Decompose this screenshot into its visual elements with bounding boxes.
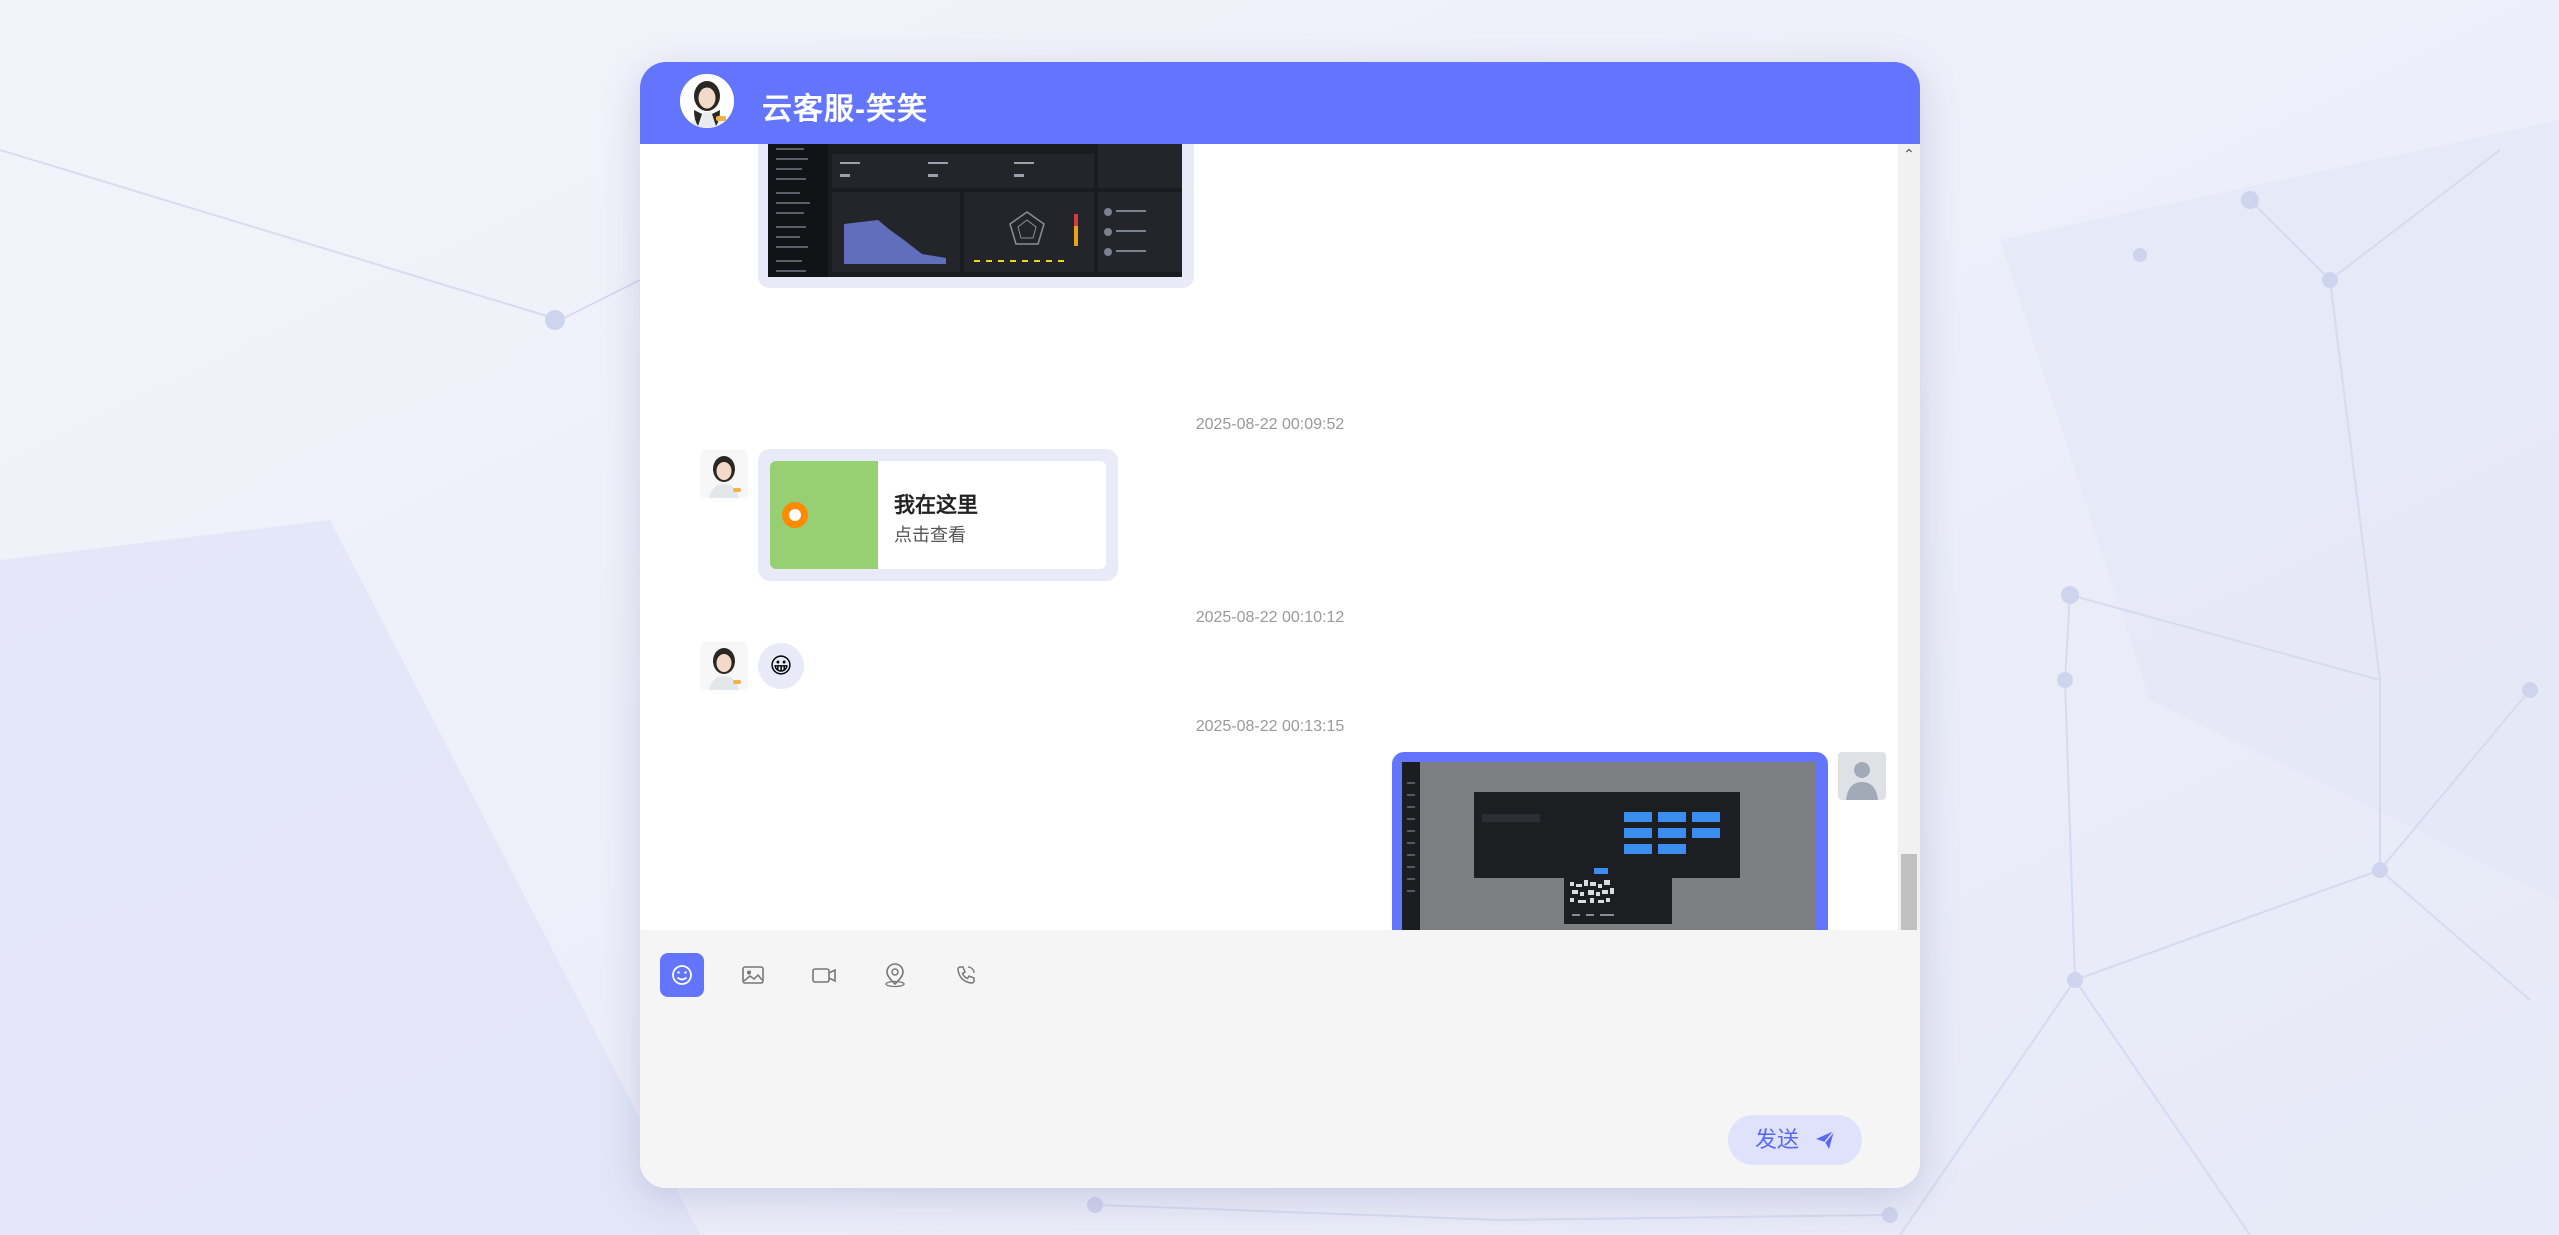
image-icon	[742, 966, 764, 984]
agent-avatar-icon	[680, 74, 734, 128]
smile-icon	[672, 965, 692, 985]
scroll-up-arrow-icon[interactable]: ⌃	[1898, 144, 1920, 164]
user-avatar	[1838, 752, 1886, 800]
emoji-button[interactable]	[660, 953, 704, 997]
agent-avatar-small	[700, 642, 748, 690]
image-button[interactable]	[731, 953, 775, 997]
location-title: 我在这里	[894, 494, 978, 517]
message-input[interactable]	[660, 1010, 1900, 1106]
agent-avatar-small	[700, 450, 748, 498]
emoji-grinning: 😀	[769, 653, 793, 678]
agent-avatar-small-icon	[700, 642, 748, 690]
dashboard-screenshot-image	[768, 144, 1182, 277]
video-button[interactable]	[802, 953, 846, 997]
location-map-thumbnail	[770, 461, 878, 569]
chat-header: 云客服-笑笑	[640, 62, 1920, 144]
chat-window: 云客服-笑笑 2025-08-22 00:09:52 我在这里 点击查看 202…	[640, 62, 1920, 1188]
emoji-message[interactable]: 😀	[758, 643, 804, 689]
message-scrollbar[interactable]: ⌃ ⌄	[1898, 144, 1920, 989]
location-pin-icon	[782, 502, 808, 528]
timestamp: 2025-08-22 00:10:12	[1195, 609, 1345, 626]
send-icon	[1816, 1130, 1835, 1149]
timestamp: 2025-08-22 00:09:52	[1195, 416, 1345, 433]
phone-icon	[957, 966, 975, 984]
location-card[interactable]: 我在这里 点击查看	[770, 461, 1106, 569]
image-message-left[interactable]	[758, 144, 1194, 288]
location-icon	[885, 963, 905, 988]
location-button[interactable]	[873, 953, 917, 997]
message-list: 2025-08-22 00:09:52 我在这里 点击查看 2025-08-22…	[640, 144, 1900, 989]
call-button[interactable]	[944, 953, 988, 997]
send-label: 发送	[1755, 1127, 1800, 1152]
agent-avatar	[680, 74, 734, 128]
send-button[interactable]: 发送	[1728, 1115, 1862, 1165]
chat-title: 云客服-笑笑	[762, 93, 928, 126]
location-message[interactable]: 我在这里 点击查看	[758, 449, 1118, 581]
agent-avatar-small-icon	[700, 450, 748, 498]
timestamp: 2025-08-22 00:13:15	[1195, 718, 1345, 735]
video-icon	[812, 968, 836, 983]
user-silhouette-icon	[1838, 752, 1886, 800]
location-subtitle: 点击查看	[894, 525, 966, 545]
composer: 发送	[640, 930, 1920, 1188]
